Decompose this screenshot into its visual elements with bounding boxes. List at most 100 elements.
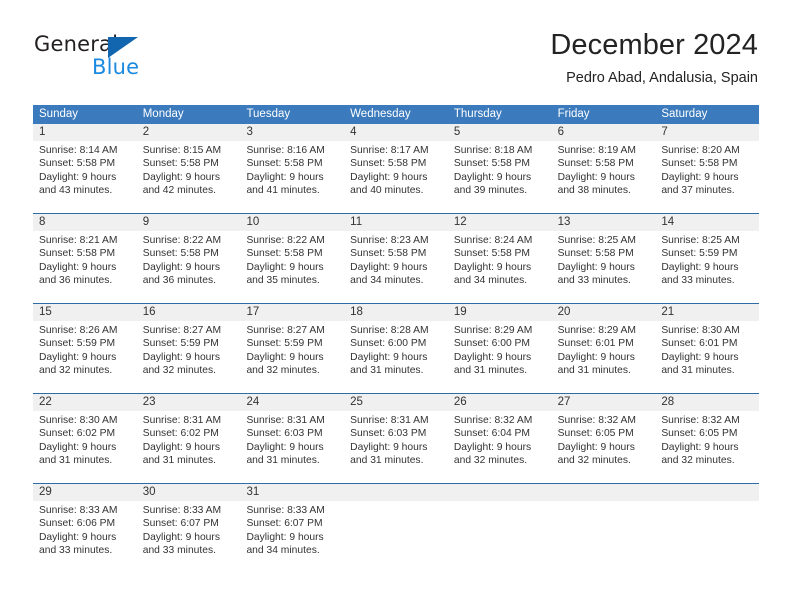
calendar-day-cell[interactable]: 15 Sunrise: 8:26 AM Sunset: 5:59 PM Dayligh…	[33, 304, 137, 393]
daylight-line-2: and 32 minutes.	[39, 365, 113, 377]
calendar-week-row: 8 Sunrise: 8:21 AM Sunset: 5:58 PM Daylight…	[33, 213, 760, 303]
calendar-day-cell[interactable]: 11 Sunrise: 8:23 AM Sunset: 5:58 PM Dayligh…	[344, 214, 448, 303]
calendar-day-cell[interactable]: 21 Sunrise: 8:30 AM Sunset: 6:01 PM Dayligh…	[655, 304, 760, 393]
daylight-line-2: and 31 minutes.	[453, 365, 528, 377]
calendar-day-cell[interactable]: 3 Sunrise: 8:16 AM Sunset: 5:58 PM Daylight…	[240, 124, 345, 213]
calendar-day-cell[interactable]: 26 Sunrise: 8:32 AM Sunset: 6:04 PM Dayligh…	[447, 394, 552, 483]
sunrise-line: Sunrise: 8:16 AM	[246, 145, 325, 156]
day-number: 25	[344, 394, 448, 411]
calendar-day-cell[interactable]: 20 Sunrise: 8:29 AM Sunset: 6:01 PM Dayligh…	[551, 304, 656, 393]
page-title: December 2024	[550, 29, 758, 61]
calendar-day-cell[interactable]: 24 Sunrise: 8:31 AM Sunset: 6:03 PM Dayligh…	[240, 394, 345, 483]
calendar-day-cell[interactable]: 19 Sunrise: 8:29 AM Sunset: 6:00 PM Dayligh…	[447, 304, 552, 393]
daylight-line-2: and 33 minutes.	[557, 275, 631, 287]
daylight-line-1: Daylight: 9 hours	[246, 531, 324, 543]
sunset-line: Sunset: 6:01 PM	[661, 338, 738, 350]
day-details: Sunrise: 8:19 AM Sunset: 5:58 PM Daylight:…	[552, 141, 656, 198]
sunrise-line: Sunrise: 8:22 AM	[246, 235, 325, 246]
daylight-line-1: Daylight: 9 hours	[246, 261, 324, 273]
daylight-line-2: and 41 minutes.	[246, 185, 320, 197]
calendar-day-cell[interactable]: 17 Sunrise: 8:27 AM Sunset: 5:59 PM Dayligh…	[240, 304, 345, 393]
sunrise-line: Sunrise: 8:24 AM	[453, 235, 533, 246]
daylight-line-1: Daylight: 9 hours	[39, 261, 117, 273]
day-details	[344, 501, 448, 504]
day-number	[447, 484, 552, 501]
sunset-line: Sunset: 5:59 PM	[39, 338, 116, 350]
daylight-line-2: and 34 minutes.	[350, 275, 424, 287]
calendar-day-cell[interactable]: 16 Sunrise: 8:27 AM Sunset: 5:59 PM Dayligh…	[136, 304, 241, 393]
daylight-line-1: Daylight: 9 hours	[661, 351, 739, 363]
calendar-day-cell-empty	[655, 484, 760, 573]
calendar-day-cell[interactable]: 30 Sunrise: 8:33 AM Sunset: 6:07 PM Dayligh…	[136, 484, 241, 573]
daylight-line-2: and 36 minutes.	[39, 275, 113, 287]
calendar-day-cell[interactable]: 14 Sunrise: 8:25 AM Sunset: 5:59 PM Dayligh…	[655, 214, 760, 303]
day-number: 27	[551, 394, 656, 411]
day-details: Sunrise: 8:23 AM Sunset: 5:58 PM Daylight:…	[344, 231, 448, 288]
calendar-page: General Blue December 2024 Pedro Abad, A…	[0, 0, 792, 612]
daylight-line-1: Daylight: 9 hours	[557, 441, 635, 453]
day-details	[448, 501, 552, 504]
daylight-line-1: Daylight: 9 hours	[557, 171, 635, 183]
day-number: 20	[551, 304, 656, 321]
title-block: December 2024 Pedro Abad, Andalusia, Spa…	[550, 28, 758, 88]
calendar-day-cell[interactable]: 6 Sunrise: 8:19 AM Sunset: 5:58 PM Daylight…	[551, 124, 656, 213]
sunrise-line: Sunrise: 8:31 AM	[350, 415, 429, 426]
daylight-line-2: and 39 minutes.	[453, 185, 528, 197]
daylight-line-1: Daylight: 9 hours	[142, 531, 220, 543]
daylight-line-2: and 31 minutes.	[142, 455, 216, 467]
calendar-day-cell[interactable]: 29 Sunrise: 8:33 AM Sunset: 6:06 PM Dayligh…	[33, 484, 137, 573]
sunrise-line: Sunrise: 8:19 AM	[557, 145, 637, 156]
day-number: 6	[551, 124, 656, 141]
calendar-day-cell-empty	[551, 484, 656, 573]
day-number: 29	[33, 484, 137, 501]
calendar-day-cell[interactable]: 7 Sunrise: 8:20 AM Sunset: 5:58 PM Daylight…	[655, 124, 760, 213]
sunrise-line: Sunrise: 8:28 AM	[350, 325, 429, 336]
calendar-day-cell[interactable]: 31 Sunrise: 8:33 AM Sunset: 6:07 PM Dayligh…	[240, 484, 345, 573]
day-number: 9	[136, 214, 241, 231]
calendar-day-cell[interactable]: 25 Sunrise: 8:31 AM Sunset: 6:03 PM Dayligh…	[344, 394, 448, 483]
day-details: Sunrise: 8:20 AM Sunset: 5:58 PM Daylight:…	[655, 141, 759, 198]
day-number	[344, 484, 448, 501]
weekday-header-friday: Friday	[557, 108, 590, 120]
daylight-line-2: and 32 minutes.	[557, 455, 631, 467]
calendar-day-cell[interactable]: 4 Sunrise: 8:17 AM Sunset: 5:58 PM Daylight…	[344, 124, 448, 213]
daylight-line-2: and 40 minutes.	[350, 185, 424, 197]
day-details: Sunrise: 8:29 AM Sunset: 6:00 PM Daylight:…	[448, 321, 552, 378]
daylight-line-1: Daylight: 9 hours	[39, 351, 117, 363]
calendar-day-cell[interactable]: 8 Sunrise: 8:21 AM Sunset: 5:58 PM Daylight…	[33, 214, 137, 303]
weekday-header-thursday: Thursday	[453, 108, 502, 120]
general-blue-logo[interactable]: General Blue	[34, 32, 234, 84]
calendar-day-cell[interactable]: 13 Sunrise: 8:25 AM Sunset: 5:58 PM Dayligh…	[551, 214, 656, 303]
day-details: Sunrise: 8:33 AM Sunset: 6:06 PM Daylight:…	[33, 501, 137, 558]
day-details: Sunrise: 8:31 AM Sunset: 6:02 PM Daylight:…	[137, 411, 241, 468]
day-details: Sunrise: 8:28 AM Sunset: 6:00 PM Daylight:…	[344, 321, 448, 378]
calendar-day-cell[interactable]: 5 Sunrise: 8:18 AM Sunset: 5:58 PM Daylight…	[447, 124, 552, 213]
calendar-grid: Sunday Monday Tuesday Wednesday Thursday…	[33, 105, 760, 573]
calendar-day-cell[interactable]: 9 Sunrise: 8:22 AM Sunset: 5:58 PM Daylight…	[136, 214, 241, 303]
day-details: Sunrise: 8:29 AM Sunset: 6:01 PM Daylight:…	[552, 321, 656, 378]
calendar-day-cell[interactable]: 10 Sunrise: 8:22 AM Sunset: 5:58 PM Dayligh…	[240, 214, 345, 303]
sunset-line: Sunset: 6:01 PM	[557, 338, 634, 350]
calendar-day-cell[interactable]: 1 Sunrise: 8:14 AM Sunset: 5:58 PM Daylight…	[33, 124, 137, 213]
day-number: 16	[136, 304, 241, 321]
calendar-day-cell[interactable]: 22 Sunrise: 8:30 AM Sunset: 6:02 PM Dayligh…	[33, 394, 137, 483]
daylight-line-2: and 32 minutes.	[246, 365, 320, 377]
daylight-line-2: and 38 minutes.	[557, 185, 631, 197]
calendar-day-cell[interactable]: 28 Sunrise: 8:32 AM Sunset: 6:05 PM Dayligh…	[655, 394, 760, 483]
calendar-day-cell[interactable]: 27 Sunrise: 8:32 AM Sunset: 6:05 PM Dayligh…	[551, 394, 656, 483]
sunset-line: Sunset: 5:58 PM	[142, 248, 219, 260]
daylight-line-1: Daylight: 9 hours	[39, 171, 117, 183]
weekday-header-monday: Monday	[142, 108, 184, 120]
day-details: Sunrise: 8:32 AM Sunset: 6:05 PM Daylight:…	[655, 411, 759, 468]
weekday-header-row: Sunday Monday Tuesday Wednesday Thursday…	[33, 105, 759, 124]
calendar-day-cell[interactable]: 23 Sunrise: 8:31 AM Sunset: 6:02 PM Dayligh…	[136, 394, 241, 483]
daylight-line-1: Daylight: 9 hours	[39, 441, 117, 453]
page-subtitle: Pedro Abad, Andalusia, Spain	[566, 70, 758, 86]
sunset-line: Sunset: 5:58 PM	[246, 158, 323, 170]
calendar-day-cell[interactable]: 18 Sunrise: 8:28 AM Sunset: 6:00 PM Dayligh…	[344, 304, 448, 393]
calendar-day-cell[interactable]: 12 Sunrise: 8:24 AM Sunset: 5:58 PM Dayligh…	[447, 214, 552, 303]
day-details: Sunrise: 8:33 AM Sunset: 6:07 PM Daylight:…	[137, 501, 241, 558]
sunset-line: Sunset: 5:58 PM	[350, 248, 427, 260]
calendar-day-cell[interactable]: 2 Sunrise: 8:15 AM Sunset: 5:58 PM Daylight…	[136, 124, 241, 213]
sunrise-line: Sunrise: 8:32 AM	[661, 415, 740, 426]
